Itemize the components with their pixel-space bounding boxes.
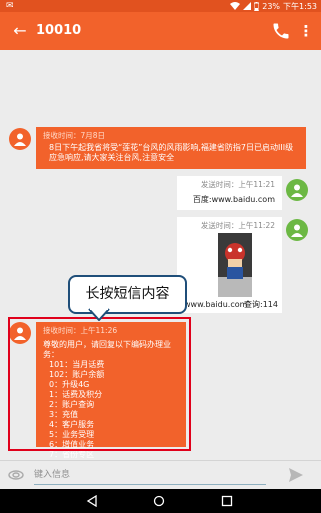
status-bar: ✉ 23% 下午1:53 [0,0,321,12]
message-input[interactable] [34,466,266,485]
phone-call-icon[interactable] [271,21,291,41]
nav-recents-icon[interactable] [221,495,233,507]
wifi-icon [230,2,241,10]
callout-bubble: 长按短信内容 [68,275,187,314]
message-bubble[interactable]: 发送时间：上午11:22 www.baidu.com 查询:114 [177,217,282,313]
person-icon [291,184,303,197]
callout-pointer [88,307,110,321]
conversation-title: 10010 [36,23,82,38]
message-bubble[interactable]: 接收时间：7月8日 8日下午起我省将受“莲花”台风的风雨影响,福建省防指7日已启… [36,127,306,169]
clock: 下午1:53 [283,1,317,11]
battery-icon [254,1,260,11]
self-avatar [286,179,308,201]
system-navigation-bar [0,489,321,513]
compose-bar [0,460,321,489]
nav-home-icon[interactable] [153,495,165,507]
contact-avatar[interactable] [9,128,31,150]
message-timestamp: 发送时间：上午11:22 [200,221,275,230]
back-arrow-icon[interactable]: ← [9,20,31,42]
person-icon [291,224,303,237]
attached-image[interactable] [218,233,252,297]
notification-icon: ✉ [6,1,14,11]
app-bar: ← 10010 ⋮ [0,12,321,50]
message-text-extra: 查询:114 [244,300,278,309]
message-text: www.baidu.com [184,300,248,309]
message-text: 百度:www.baidu.com [192,195,275,204]
message-bubble[interactable]: 发送时间：上午11:21 百度:www.baidu.com [177,176,282,210]
more-options-icon[interactable]: ⋮ [298,21,314,41]
highlight-frame [8,317,191,451]
menu-option: 7：省份专区 [49,450,95,459]
battery-percent: 23% [262,1,281,11]
self-avatar [286,219,308,241]
message-timestamp: 接收时间：7月8日 [43,131,106,140]
attachment-icon[interactable] [8,469,24,481]
status-icons: 23% 下午1:53 [230,0,317,12]
send-icon[interactable] [288,467,304,483]
message-timestamp: 发送时间：上午11:21 [200,180,275,189]
signal-icon [243,2,252,10]
nav-back-icon[interactable] [86,495,98,507]
message-text: 8日下午起我省将受“莲花”台风的风雨影响,福建省防指7日已启动III级应急响应,… [49,143,294,162]
person-icon [14,133,26,146]
